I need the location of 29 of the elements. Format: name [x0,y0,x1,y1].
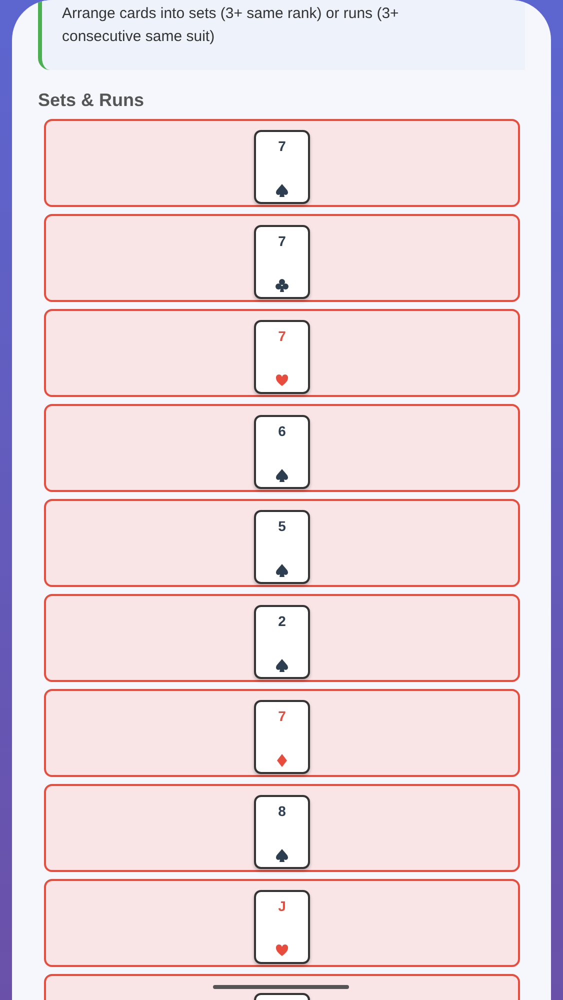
playing-card[interactable]: 6 [254,415,310,489]
hint-text: Arrange cards into sets (3+ same rank) or runs (3+ consecutive same suit) [62,5,399,45]
playing-card[interactable]: 7 [254,320,310,394]
meld-slot[interactable]: 6 [44,404,520,492]
card-rank: 6 [278,423,286,439]
playing-card[interactable]: J [254,890,310,964]
playing-card[interactable]: 7 [254,700,310,774]
card-rank: 5 [278,518,286,534]
playing-card[interactable]: 8 [254,795,310,869]
card-rank: 7 [278,233,286,249]
card-rank: 7 [278,138,286,154]
meld-slot[interactable]: 7 [44,214,520,302]
meld-slot[interactable]: 2 [44,594,520,682]
playing-card[interactable]: 7 [254,225,310,299]
card-rank: 7 [278,708,286,724]
meld-slot[interactable]: 7 [44,119,520,207]
card-rank: 2 [278,613,286,629]
card-rank: J [278,898,286,914]
card-rank: 8 [278,803,286,819]
meld-slot[interactable]: 7 [44,689,520,777]
meld-slot[interactable]: 8 [44,784,520,872]
meld-slot[interactable]: 5 [44,499,520,587]
meld-slot[interactable]: J [44,879,520,967]
card-rank: 7 [278,328,286,344]
section-title: Sets & Runs [38,90,146,111]
meld-slot[interactable]: 7 [44,309,520,397]
playing-card[interactable]: 2 [254,605,310,679]
playing-card[interactable]: 7 [254,130,310,204]
playing-card[interactable]: 5 [254,510,310,584]
